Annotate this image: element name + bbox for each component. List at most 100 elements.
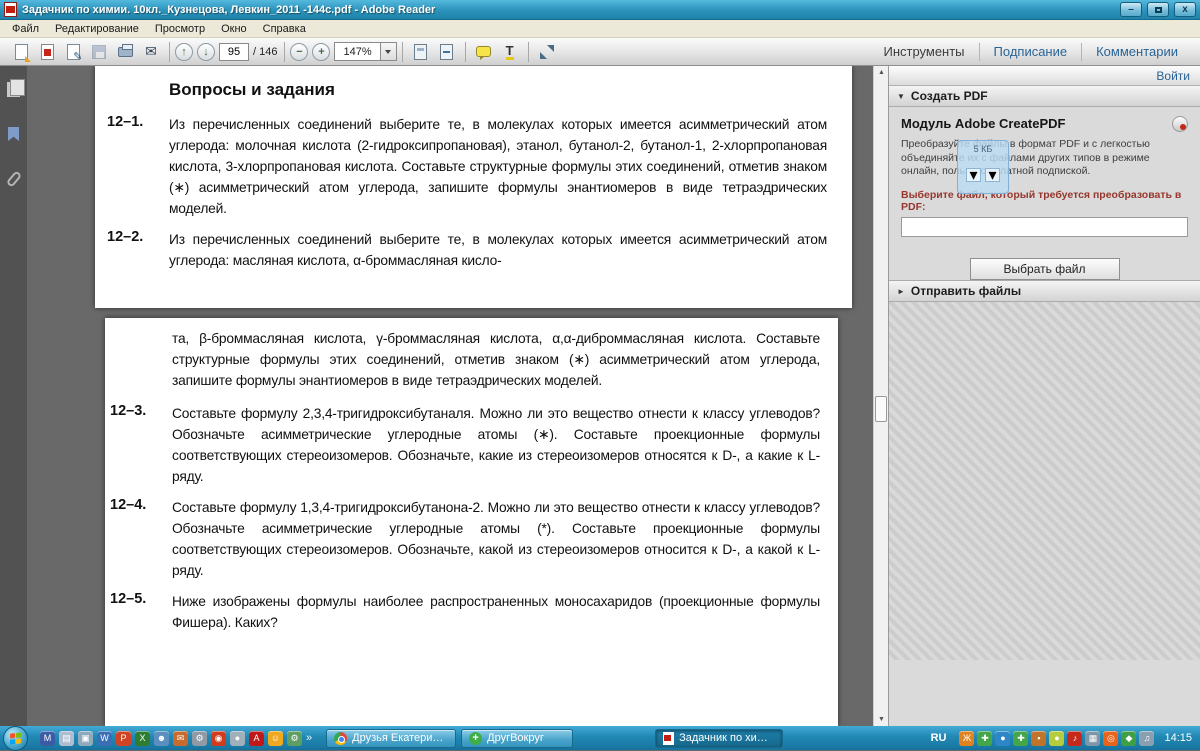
open-file-button[interactable] (8, 40, 34, 64)
create-pdf-button[interactable] (34, 40, 60, 64)
tray-speaker-icon[interactable]: ♫ (1139, 731, 1154, 746)
email-button[interactable]: ✉ (138, 40, 164, 64)
task-button-drugvokrug[interactable]: + ДругВокруг (461, 729, 573, 748)
next-page-button[interactable]: ↓ (197, 43, 215, 61)
zoom-in-button[interactable]: + (312, 43, 330, 61)
tray-guard-icon[interactable]: Ж (959, 731, 974, 746)
task-text: Составьте формулу 1,3,4-тригидроксибутан… (172, 497, 820, 581)
printer-icon (118, 47, 133, 57)
menu-file[interactable]: Файл (4, 21, 47, 37)
ql-word-icon[interactable]: W (97, 731, 112, 746)
page-number-input[interactable] (219, 43, 249, 61)
scroll-up-arrow-icon[interactable]: ▲ (874, 66, 889, 79)
menu-edit[interactable]: Редактирование (47, 21, 147, 37)
tab-comments[interactable]: Комментарии (1082, 44, 1192, 59)
language-indicator[interactable]: RU (931, 732, 947, 744)
ql-antivirus-eye-icon[interactable]: ◉ (211, 731, 226, 746)
menu-window[interactable]: Окно (213, 21, 255, 37)
menu-view[interactable]: Просмотр (147, 21, 213, 37)
sign-pencil-icon (67, 44, 80, 60)
tray-green-cross-icon[interactable]: ✚ (977, 731, 992, 746)
toolbar-separator (169, 42, 170, 62)
zoom-level-select[interactable]: 147% (334, 42, 396, 61)
ql-excel-icon[interactable]: X (135, 731, 150, 746)
tray-green-cross-2-icon[interactable]: ✚ (1013, 731, 1028, 746)
task-text: Из перечисленных соединений выберите те,… (169, 114, 827, 219)
login-bar: Войти (889, 66, 1200, 86)
highlight-button[interactable]: T (497, 40, 523, 64)
ql-notepad-icon[interactable]: ▤ (59, 731, 74, 746)
task-item-12-1: 12–1. Из перечисленных соединений выбери… (107, 114, 827, 219)
panel-hatched-area (889, 302, 1200, 660)
start-button[interactable] (3, 726, 28, 751)
task-number: 12–1. (107, 114, 169, 219)
minimize-button[interactable]: – (1120, 2, 1142, 17)
file-path-input[interactable] (901, 217, 1188, 237)
task-number: 12–3. (110, 403, 172, 487)
print-button[interactable] (112, 40, 138, 64)
task-number: 12–5. (110, 591, 172, 633)
tray-green-app-icon[interactable]: ◆ (1121, 731, 1136, 746)
section-title: Создать PDF (911, 89, 988, 103)
scroll-down-arrow-icon[interactable]: ▼ (874, 713, 889, 726)
toolbar-separator (528, 42, 529, 62)
sign-button[interactable] (60, 40, 86, 64)
ql-messenger-icon[interactable]: ☻ (154, 731, 169, 746)
comment-button[interactable] (471, 40, 497, 64)
sign-in-link[interactable]: Войти (1156, 69, 1190, 83)
tray-volume-red-icon[interactable]: ♪ (1067, 731, 1082, 746)
tab-tools[interactable]: Инструменты (869, 44, 978, 59)
tray-network-icon[interactable]: ▦ (1085, 731, 1100, 746)
ql-tools-icon[interactable]: ⚙ (192, 731, 207, 746)
task-buttons: Друзья Екатерины Тр... + ДругВокруг Зада… (326, 729, 783, 748)
title-bar: Задачник по химии. 10кл._Кузнецова, Левк… (0, 0, 1200, 20)
toolbar-separator (465, 42, 466, 62)
green-plus-icon: + (469, 732, 482, 745)
send-files-section-header[interactable]: ► Отправить файлы (889, 281, 1200, 302)
bookmarks-panel-icon[interactable] (8, 127, 19, 141)
pdf-document-icon (663, 732, 674, 745)
drag-dropdown-icon: ▾ (966, 168, 981, 182)
zoom-dropdown-button[interactable] (380, 43, 396, 60)
tray-shield-icon[interactable]: ● (1049, 731, 1064, 746)
create-pdf-section-header[interactable]: ▼ Создать PDF (889, 86, 1200, 107)
ql-mail-icon[interactable]: ✉ (173, 731, 188, 746)
ql-window-icon[interactable]: ▣ (78, 731, 93, 746)
document-canvas[interactable]: Вопросы и задания 12–1. Из перечисленных… (27, 66, 900, 726)
task-button-chrome[interactable]: Друзья Екатерины Тр... (326, 729, 456, 748)
choose-file-button[interactable]: Выбрать файл (970, 258, 1120, 280)
quick-launch-overflow-chevron[interactable]: » (306, 732, 312, 744)
menu-help[interactable]: Справка (255, 21, 314, 37)
ql-acrobat-icon[interactable]: A (249, 731, 264, 746)
tab-sign[interactable]: Подписание (980, 44, 1082, 59)
zoom-out-button[interactable]: − (290, 43, 308, 61)
fit-page-button[interactable] (434, 40, 460, 64)
task-12-2-continuation: та, β-броммасляная кислота, γ-броммаслян… (172, 328, 820, 391)
page-thumbnails-panel-icon[interactable] (7, 82, 20, 97)
tray-globe-icon[interactable]: ● (995, 731, 1010, 746)
tray-case-icon[interactable]: ▪ (1031, 731, 1046, 746)
open-file-icon (15, 44, 28, 60)
ql-gears-icon[interactable]: ⚙ (287, 731, 302, 746)
vertical-scrollbar[interactable]: ▲ ▼ (873, 66, 888, 726)
save-button[interactable] (86, 40, 112, 64)
drag-dropdown-icon: ▾ (985, 168, 1000, 182)
attachments-paperclip-icon[interactable] (5, 170, 21, 187)
ql-app-blue-icon[interactable]: M (40, 731, 55, 746)
module-title: Модуль Adobe CreatePDF (901, 116, 1172, 131)
fit-page-icon (440, 44, 453, 60)
ql-smiley-icon[interactable]: ☺ (268, 731, 283, 746)
create-pdf-icon (41, 44, 54, 60)
scrollbar-thumb[interactable] (875, 396, 887, 422)
close-button[interactable]: x (1174, 2, 1196, 17)
previous-page-button[interactable]: ↑ (175, 43, 193, 61)
tray-download-icon[interactable]: ◎ (1103, 731, 1118, 746)
scroll-mode-button[interactable] (408, 40, 434, 64)
toolbar-right-tabs: Инструменты Подписание Комментарии (869, 38, 1192, 65)
restore-button[interactable] (1147, 2, 1169, 17)
ql-globe-icon[interactable]: ● (230, 731, 245, 746)
ql-powerpoint-icon[interactable]: P (116, 731, 131, 746)
fullscreen-button[interactable] (534, 40, 560, 64)
task-button-pdf-active[interactable]: Задачник по химии. 1... (655, 729, 783, 748)
pdf-page-96-bottom: та, β-броммасляная кислота, γ-броммаслян… (105, 318, 838, 726)
